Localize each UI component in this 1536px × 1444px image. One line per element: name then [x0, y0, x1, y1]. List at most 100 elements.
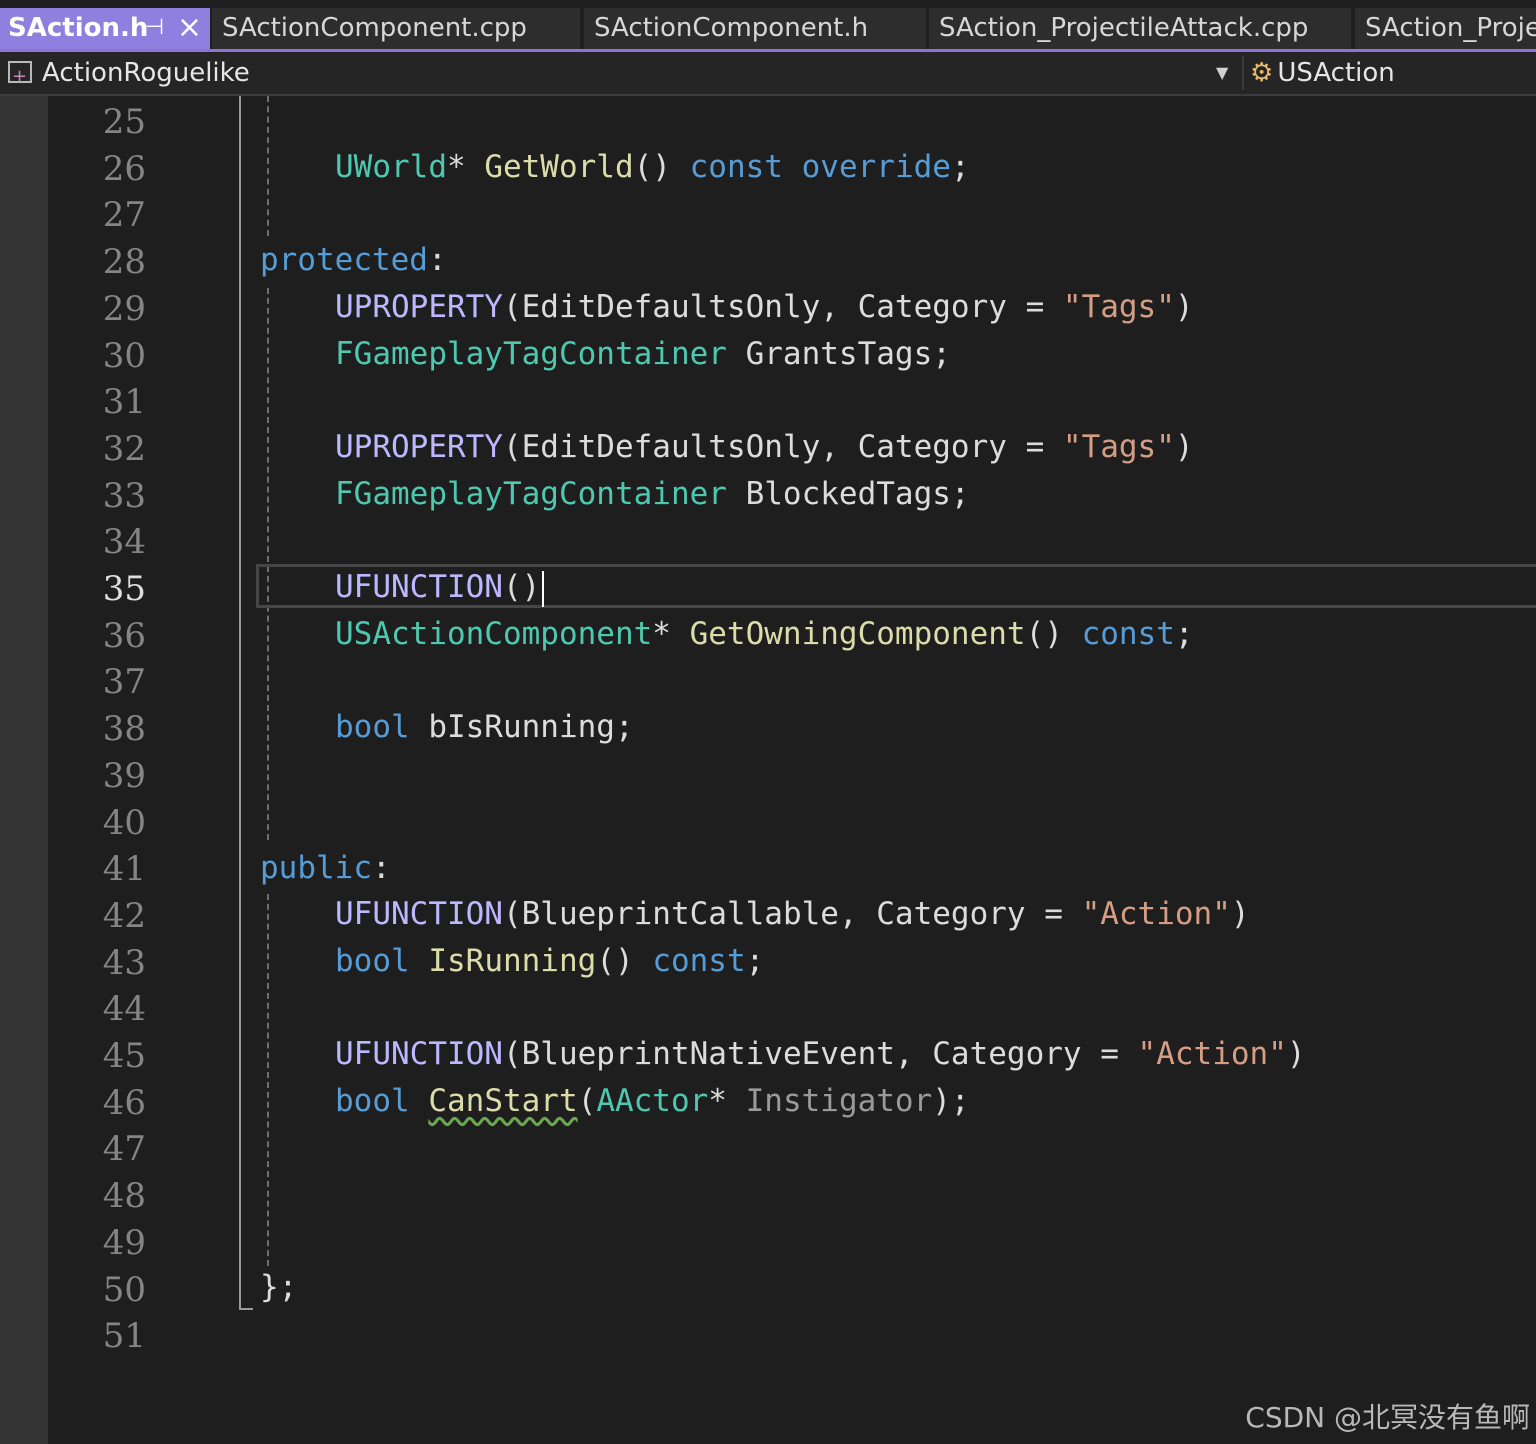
- code-line-32[interactable]: UPROPERTY(EditDefaultsOnly, Category = "…: [335, 424, 1194, 471]
- tab-sactioncomponent-h[interactable]: SActionComponent.h: [584, 8, 926, 49]
- code-token: FGameplayTagContainer: [335, 476, 727, 512]
- code-token: "Action": [1137, 1036, 1287, 1072]
- code-line-28[interactable]: protected:: [260, 237, 447, 284]
- code-token: (EditDefaultsOnly, Category =: [502, 429, 1063, 465]
- outline-collapse-bracket[interactable]: [239, 96, 253, 1310]
- line-number: 45: [102, 1036, 146, 1076]
- glyph-margin: [0, 96, 48, 1444]
- code-token: "Action": [1081, 896, 1231, 932]
- code-token: ): [1286, 1036, 1306, 1072]
- tab-bar: SAction.h ⊣ × SActionComponent.cpp SActi…: [0, 0, 1536, 52]
- code-line-45[interactable]: UFUNCTION(BlueprintNativeEvent, Category…: [335, 1031, 1306, 1078]
- code-token: ;: [950, 149, 970, 185]
- close-icon[interactable]: ×: [177, 8, 202, 48]
- code-token: (BlueprintCallable, Category =: [502, 896, 1082, 932]
- line-number: 49: [102, 1222, 146, 1263]
- code-token: public: [260, 850, 372, 886]
- tab-label: SAction_Projec: [1365, 13, 1536, 43]
- line-number: 48: [102, 1176, 146, 1217]
- code-line-30[interactable]: FGameplayTagContainer GrantsTags;: [335, 331, 951, 378]
- code-token: (: [577, 1083, 597, 1119]
- code-line-43[interactable]: bool IsRunning() const;: [335, 938, 764, 985]
- code-token: AActor: [596, 1083, 709, 1119]
- line-number: 28: [102, 242, 146, 283]
- code-token: bool: [335, 943, 410, 979]
- code-token: protected: [260, 242, 428, 278]
- code-token: bool: [335, 1083, 410, 1119]
- code-token: ): [1230, 896, 1250, 932]
- line-number: 41: [102, 849, 146, 890]
- project-dropdown[interactable]: + ActionRoguelike ▼: [0, 52, 1240, 94]
- line-number-current: 35: [102, 569, 146, 609]
- code-token: *: [652, 616, 690, 652]
- code-token: const: [1081, 616, 1175, 652]
- nav-divider: [1242, 56, 1244, 90]
- code-token: (): [502, 569, 541, 605]
- code-token: (): [596, 943, 653, 979]
- code-line-41[interactable]: public:: [260, 845, 391, 892]
- chevron-down-icon[interactable]: ▼: [1216, 52, 1228, 94]
- code-line-38[interactable]: bool bIsRunning;: [335, 704, 634, 751]
- code-editor[interactable]: 25 26 27 28 29 30 31 32 33 34 35 36 37 3…: [0, 96, 1536, 1444]
- code-token: (EditDefaultsOnly, Category =: [502, 289, 1063, 325]
- code-token: const: [689, 149, 783, 185]
- pin-icon[interactable]: ⊣: [145, 8, 164, 48]
- code-token: *: [708, 1083, 746, 1119]
- code-token: ;: [745, 943, 765, 979]
- code-line-29[interactable]: UPROPERTY(EditDefaultsOnly, Category = "…: [335, 284, 1194, 331]
- code-line-35[interactable]: UFUNCTION(): [335, 564, 545, 611]
- line-number: 34: [102, 522, 146, 563]
- line-number: 27: [102, 195, 146, 236]
- line-number: 29: [102, 288, 146, 329]
- code-line-33[interactable]: FGameplayTagContainer BlockedTags;: [335, 471, 970, 518]
- project-icon: +: [8, 61, 32, 87]
- line-number: 39: [102, 755, 146, 796]
- code-line-26[interactable]: UWorld* GetWorld() const override;: [335, 144, 970, 191]
- code-token: Instigator: [745, 1083, 933, 1119]
- line-number: 38: [102, 709, 146, 750]
- tab-label: SAction.h: [8, 13, 149, 43]
- code-token: override: [801, 149, 951, 185]
- tab-label: SAction_ProjectileAttack.cpp: [939, 13, 1309, 43]
- line-number: 47: [102, 1129, 146, 1170]
- code-line-36[interactable]: USActionComponent* GetOwningComponent() …: [335, 611, 1194, 658]
- tab-saction-projec[interactable]: SAction_Projec: [1355, 8, 1536, 49]
- code-line-46[interactable]: bool CanStart(AActor* Instigator);: [335, 1078, 970, 1125]
- code-token: (): [1025, 616, 1082, 652]
- code-token-squiggle[interactable]: CanStart: [428, 1083, 577, 1119]
- code-token: const: [652, 943, 746, 979]
- class-icon: ⚙: [1250, 58, 1274, 88]
- code-token: "Tags": [1062, 289, 1175, 325]
- line-number: 51: [102, 1316, 146, 1357]
- tab-saction-projectileattack-cpp[interactable]: SAction_ProjectileAttack.cpp: [929, 8, 1351, 49]
- line-number: 30: [102, 335, 146, 376]
- line-number: 42: [102, 895, 146, 936]
- line-number: 44: [102, 989, 146, 1030]
- class-label: USAction: [1277, 58, 1395, 88]
- code-token: :: [427, 242, 447, 278]
- text-caret: [542, 570, 545, 607]
- line-number: 32: [102, 428, 146, 469]
- code-token: UPROPERTY: [335, 429, 503, 465]
- class-dropdown[interactable]: ⚙ USAction: [1250, 52, 1395, 94]
- code-token: :: [371, 850, 391, 886]
- code-token: UFUNCTION: [335, 569, 503, 605]
- code-token: GrantsTags;: [726, 336, 951, 372]
- code-line-50[interactable]: };: [260, 1264, 297, 1311]
- line-number: 26: [102, 148, 146, 189]
- project-label: ActionRoguelike: [42, 58, 250, 88]
- tab-saction-h[interactable]: SAction.h ⊣ ×: [0, 8, 210, 49]
- tab-sactioncomponent-cpp[interactable]: SActionComponent.cpp: [212, 8, 580, 49]
- line-number: 37: [102, 662, 146, 703]
- code-token: UFUNCTION: [335, 896, 503, 932]
- code-token: );: [932, 1083, 970, 1119]
- tab-label: SActionComponent.h: [594, 13, 869, 43]
- line-number: 40: [102, 802, 146, 843]
- code-token: *: [446, 149, 485, 185]
- code-token: ;: [1174, 616, 1194, 652]
- code-token: ): [1174, 429, 1194, 465]
- code-line-42[interactable]: UFUNCTION(BlueprintCallable, Category = …: [335, 891, 1250, 938]
- code-token: GetOwningComponent: [689, 616, 1026, 652]
